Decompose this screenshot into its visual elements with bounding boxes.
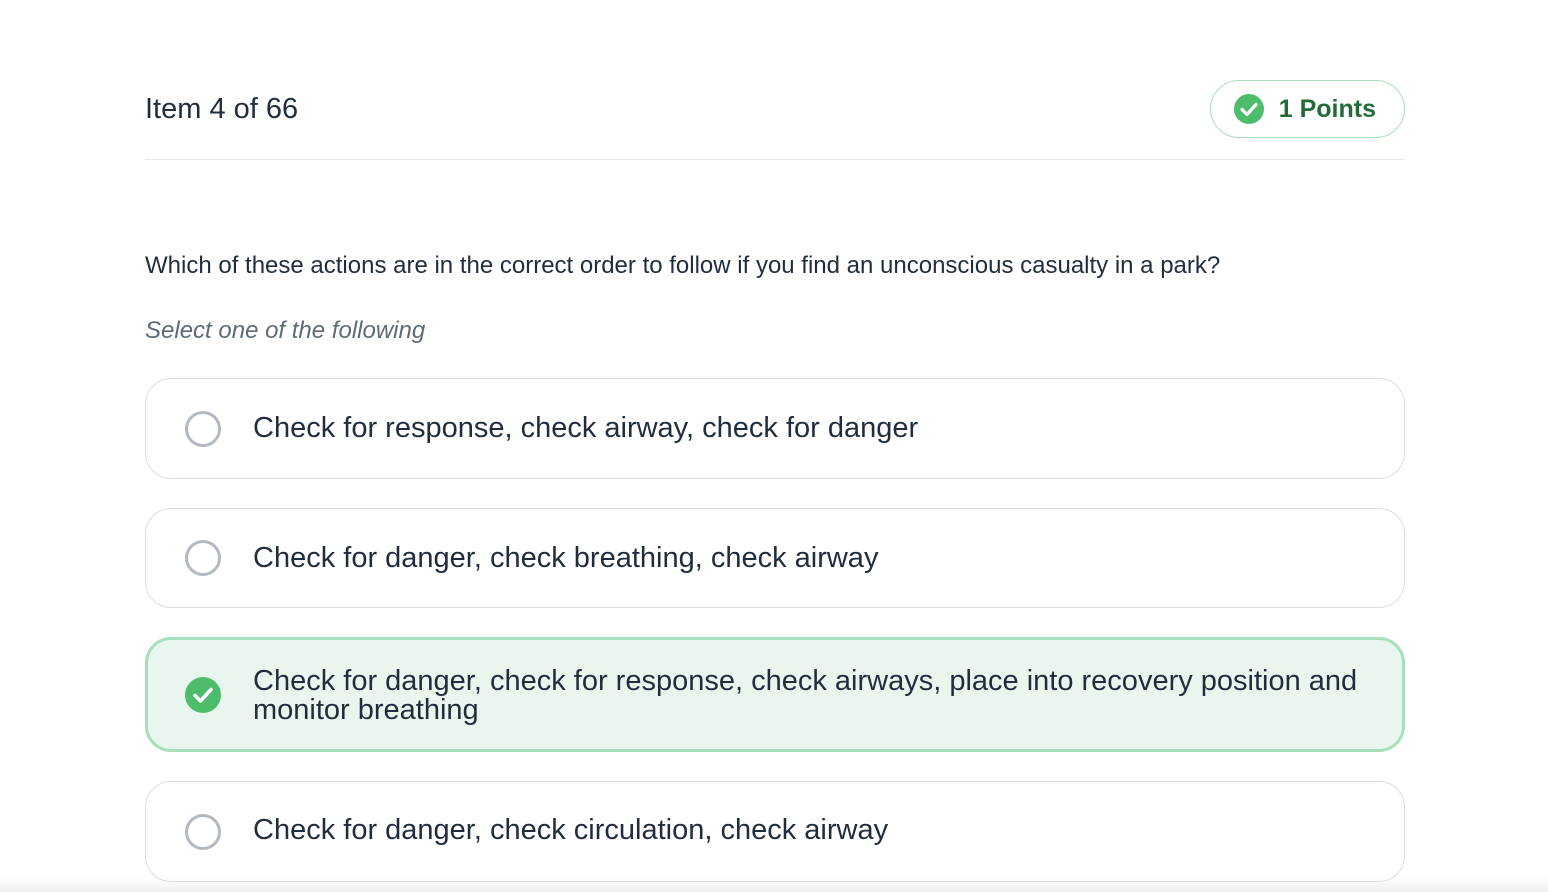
check-circle-icon[interactable] xyxy=(184,676,222,714)
question-instruction: Select one of the following xyxy=(145,317,426,344)
answer-option[interactable]: Check for danger, check breathing, check… xyxy=(145,508,1405,608)
answer-option[interactable]: Check for danger, check circulation, che… xyxy=(145,781,1405,882)
answer-option-label: Check for danger, check for response, ch… xyxy=(253,665,1358,726)
radio-unchecked-icon[interactable] xyxy=(184,539,222,577)
item-header: Item 4 of 66 1 Points xyxy=(145,80,1405,160)
points-badge: 1 Points xyxy=(1209,80,1405,138)
answer-option-label: Check for danger, check circulation, che… xyxy=(253,814,889,846)
item-counter: Item 4 of 66 xyxy=(145,93,299,125)
answer-option-selected[interactable]: Check for danger, check for response, ch… xyxy=(145,637,1405,752)
answer-option[interactable]: Check for response, check airway, check … xyxy=(145,378,1405,479)
answer-option-label: Check for response, check airway, check … xyxy=(253,412,919,444)
radio-unchecked-icon[interactable] xyxy=(184,410,222,448)
points-label: 1 Points xyxy=(1278,94,1376,123)
answer-option-label: Check for danger, check breathing, check… xyxy=(253,542,879,574)
question-text: Which of these actions are in the correc… xyxy=(145,252,1221,279)
quiz-page: Item 4 of 66 1 Points Which of these act… xyxy=(0,0,1548,892)
check-circle-icon xyxy=(1233,94,1264,124)
radio-unchecked-icon[interactable] xyxy=(184,813,222,851)
